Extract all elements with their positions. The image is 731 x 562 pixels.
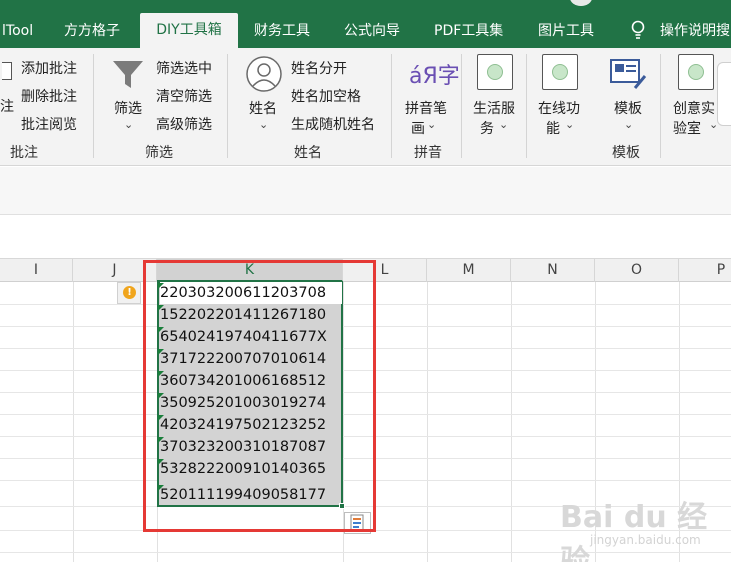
grid-line [511,282,512,562]
template-icon [610,59,647,89]
online-features-icon [542,54,578,90]
grid-line [73,282,74,562]
profile-circle-icon [570,0,592,6]
advanced-filter-button[interactable]: 高级筛选 [156,114,212,134]
name-add-space-button[interactable]: 姓名加空格 [291,86,361,106]
baidu-jingyan-watermark: Bai du 经验 [560,500,708,562]
pinyin-brush-button-line2[interactable]: 画 [411,118,425,138]
group-label-filter: 筛选 [145,145,173,161]
column-header-n[interactable]: N [511,259,595,282]
ribbon-tab-bar: lTool 方方格子 DIY工具箱 财务工具 公式向导 PDF工具集 图片工具 … [0,0,731,48]
tab-formula-wizard[interactable]: 公式向导 [344,14,400,48]
side-panel-tab[interactable] [717,62,731,126]
life-services-button[interactable]: 生活服 [473,98,515,118]
random-name-button[interactable]: 生成随机姓名 [291,114,375,134]
tab-help-search[interactable]: 操作说明搜 [660,14,730,48]
add-comment-button[interactable]: 添加批注 [21,58,77,78]
group-label-pinyin: 拼音 [414,145,442,161]
tab-pdf-tools[interactable]: PDF工具集 [434,14,503,48]
delete-comment-button[interactable]: 删除批注 [21,86,77,106]
pinyin-brush-button[interactable]: 拼音笔 [405,98,447,118]
annotation-left-label[interactable]: 注 [0,96,14,116]
column-header-i[interactable]: I [0,259,73,282]
error-check-button[interactable]: ! [117,282,141,304]
filter-selected-button[interactable]: 筛选选中 [156,58,212,78]
group-label-template: 模板 [612,145,640,161]
group-separator [93,54,94,158]
creative-lab-icon [678,54,714,90]
tab-fangfang-gezi[interactable]: 方方格子 [64,14,120,48]
group-label-annotation: 批注 [10,145,38,161]
chevron-down-icon[interactable]: ⌄ [259,118,268,131]
online-features-button[interactable]: 在线功 [538,98,580,118]
split-name-button[interactable]: 姓名分开 [291,58,347,78]
online-features-button-line2[interactable]: 能 [546,118,560,138]
tab-diy-toolbox[interactable]: DIY工具箱 [140,13,238,48]
column-header-o[interactable]: O [595,259,679,282]
chevron-down-icon[interactable]: ⌄ [499,118,508,131]
formula-bar-area[interactable] [0,167,731,215]
chevron-down-icon[interactable]: ⌄ [624,118,633,131]
chevron-down-icon[interactable]: ⌄ [124,118,133,131]
group-separator [526,54,527,158]
group-separator [391,54,392,158]
pinyin-icon: áЯ字 [409,64,460,89]
tab-image-tools[interactable]: 图片工具 [538,14,594,48]
ribbon-panel: 注 添加批注 删除批注 批注阅览 批注 筛选 ⌄ 筛选选中 清空筛选 高级筛选 … [0,48,731,166]
group-separator [461,54,462,158]
column-header-m[interactable]: M [427,259,511,282]
group-separator [227,54,228,158]
chevron-down-icon[interactable]: ⌄ [427,118,436,131]
comment-box-icon [2,62,12,80]
column-header-p[interactable]: P [679,259,731,282]
filter-button[interactable]: 筛选 [114,98,142,118]
watermark-url: jingyan.baidu.com [590,533,701,547]
tab-finance-tools[interactable]: 财务工具 [254,14,310,48]
filter-funnel-icon [113,61,143,88]
sheet-top-strip [0,216,731,258]
grid-line [427,282,428,562]
life-services-icon [477,54,513,90]
group-label-name: 姓名 [294,145,322,161]
clear-filter-button[interactable]: 清空筛选 [156,86,212,106]
creative-lab-button-line2[interactable]: 验室 [673,118,701,138]
life-services-button-line2[interactable]: 务 [480,118,494,138]
group-separator [660,54,661,158]
lightbulb-icon[interactable] [631,20,645,42]
name-button[interactable]: 姓名 [249,98,277,118]
creative-lab-button[interactable]: 创意实 [673,98,715,118]
template-button[interactable]: 模板 [614,98,642,118]
annotation-highlight-box [143,260,376,532]
comment-review-button[interactable]: 批注阅览 [21,114,77,134]
chevron-down-icon[interactable]: ⌄ [565,118,574,131]
warning-icon: ! [123,286,136,299]
tab-itool[interactable]: lTool [2,14,33,48]
person-icon [246,56,282,92]
